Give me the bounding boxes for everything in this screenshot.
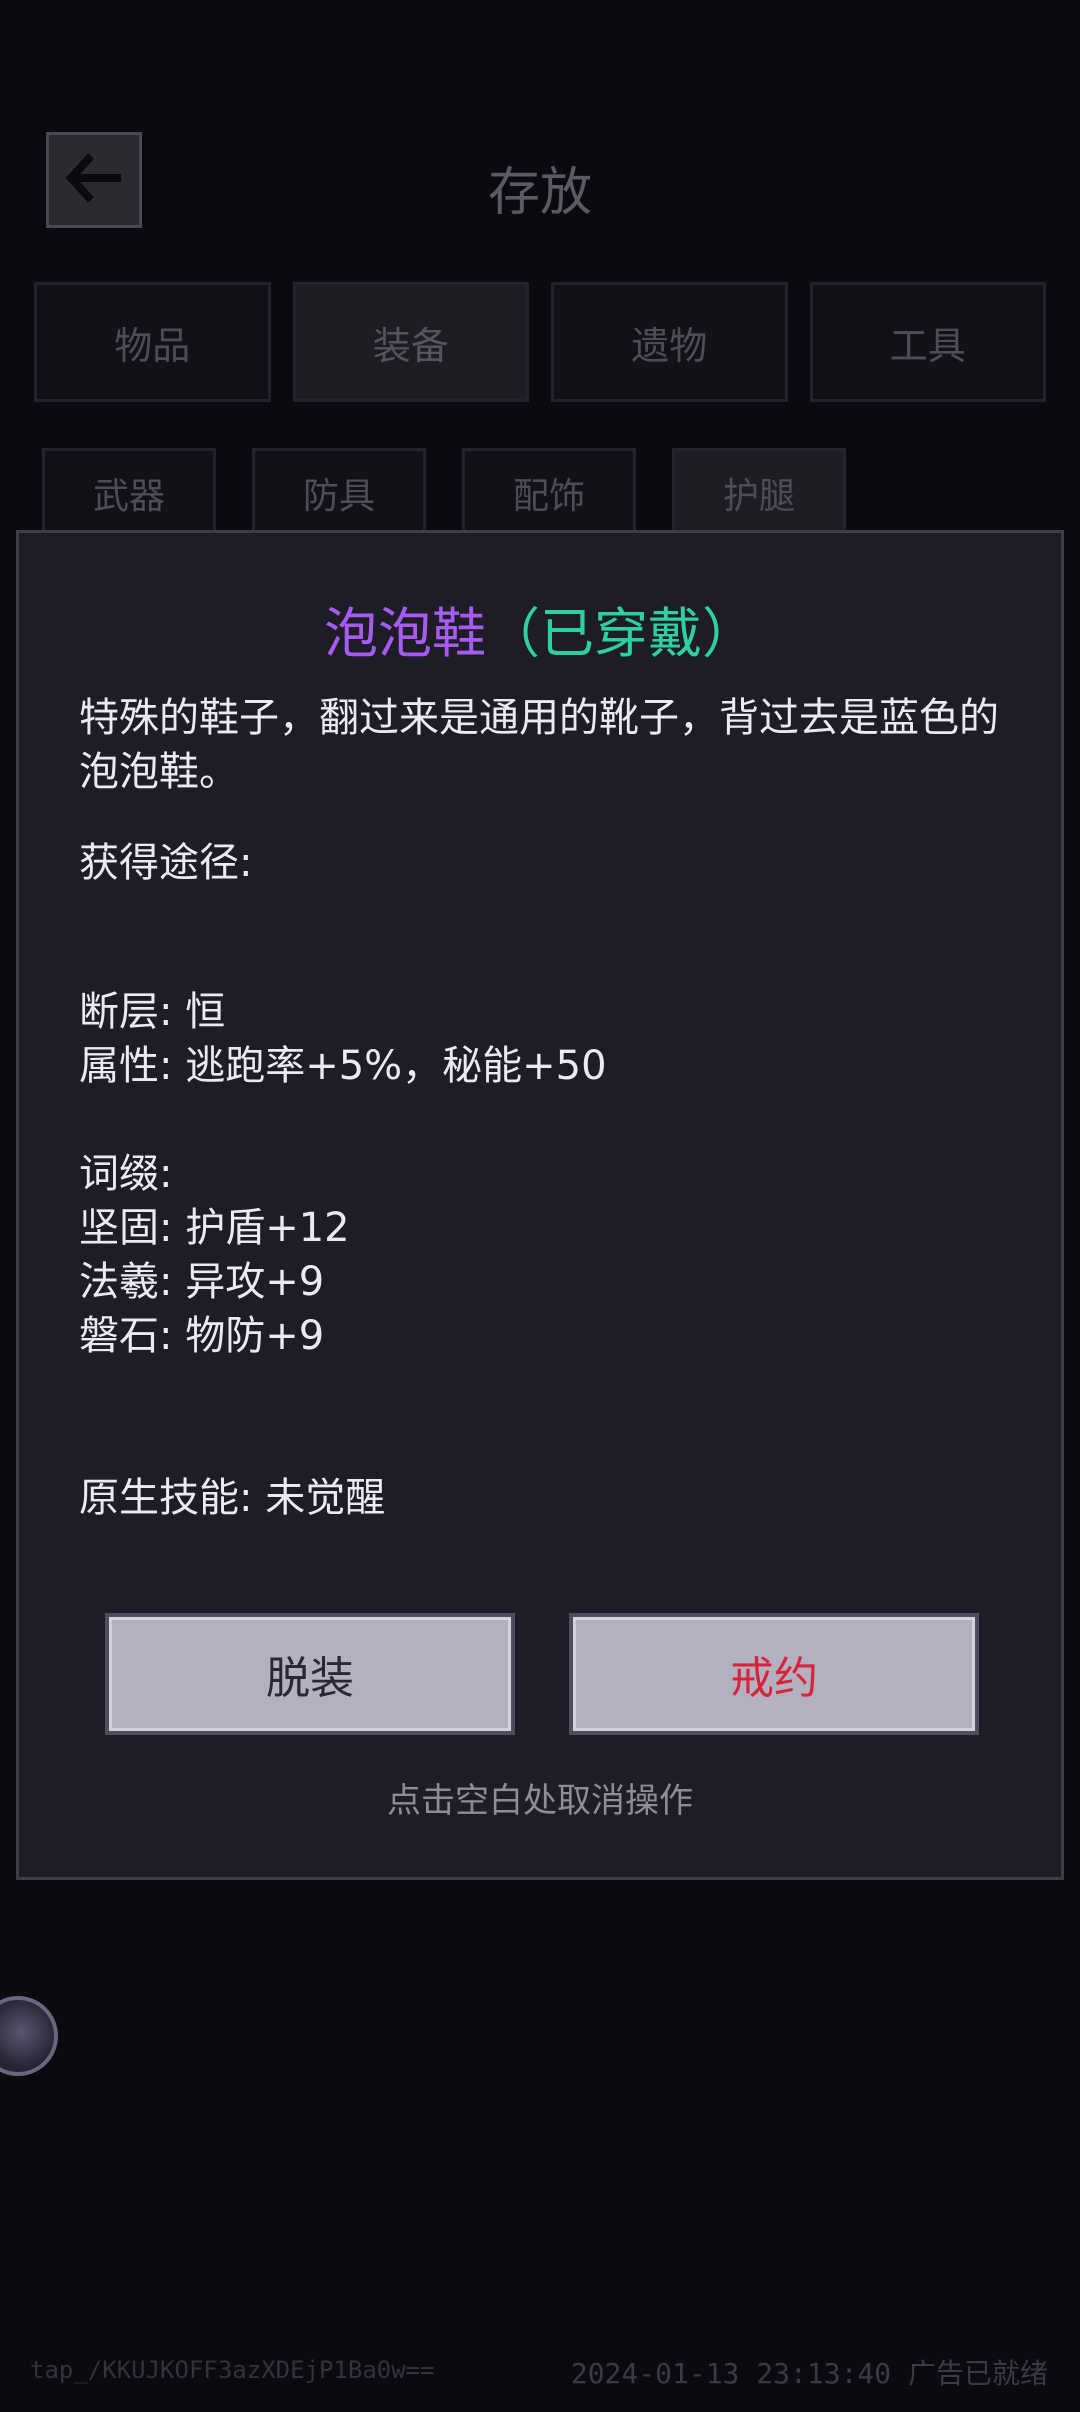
unequip-button[interactable]: 脱装 <box>105 1613 515 1735</box>
page-title: 存放 <box>487 163 592 223</box>
item-name: 泡泡鞋 <box>324 602 486 665</box>
affix-line: 磐石: 物防+9 <box>79 1313 325 1359</box>
tab-tools[interactable]: 工具 <box>809 282 1046 402</box>
item-detail-dialog: 泡泡鞋（已穿戴） 特殊的鞋子，翻过来是通用的靴子，背过去是蓝色的泡泡鞋。 获得途… <box>16 530 1064 1880</box>
tab-accessories[interactable]: 配饰 <box>462 448 636 538</box>
main-tabs: 物品 装备 遗物 工具 <box>34 282 1046 402</box>
tier-line: 断层: 恒 <box>79 989 226 1035</box>
sub-tabs: 武器 防具 配饰 护腿 <box>42 448 846 538</box>
tab-items[interactable]: 物品 <box>34 282 271 402</box>
native-skill-line: 原生技能: 未觉醒 <box>79 1475 386 1521</box>
source-label: 获得途径: <box>79 840 253 886</box>
tab-leggings[interactable]: 护腿 <box>672 448 846 538</box>
tab-armor[interactable]: 防具 <box>252 448 426 538</box>
attributes-line: 属性: 逃跑率+5%，秘能+50 <box>79 1043 607 1089</box>
status-text: 2024-01-13 23:13:40 广告已就绪 <box>570 2357 1048 2390</box>
cancel-hint: 点击空白处取消操作 <box>387 1781 693 1821</box>
tab-relics[interactable]: 遗物 <box>551 282 788 402</box>
device-id-text: tap_/KKUJKOFF3azXDEjP1Ba0w== <box>30 2356 435 2384</box>
item-title: 泡泡鞋（已穿戴） <box>19 589 1061 668</box>
floating-avatar[interactable] <box>0 1996 58 2076</box>
affix-line: 坚固: 护盾+12 <box>79 1205 350 1251</box>
affix-header: 词缀: <box>79 1151 173 1197</box>
item-description: 特殊的鞋子，翻过来是通用的靴子，背过去是蓝色的泡泡鞋。 <box>79 695 999 795</box>
item-status: （已穿戴） <box>486 602 756 665</box>
tab-weapons[interactable]: 武器 <box>42 448 216 538</box>
tab-equipment[interactable]: 装备 <box>292 282 529 402</box>
contract-button[interactable]: 戒约 <box>569 1613 979 1735</box>
affix-line: 法羲: 异攻+9 <box>79 1259 325 1305</box>
